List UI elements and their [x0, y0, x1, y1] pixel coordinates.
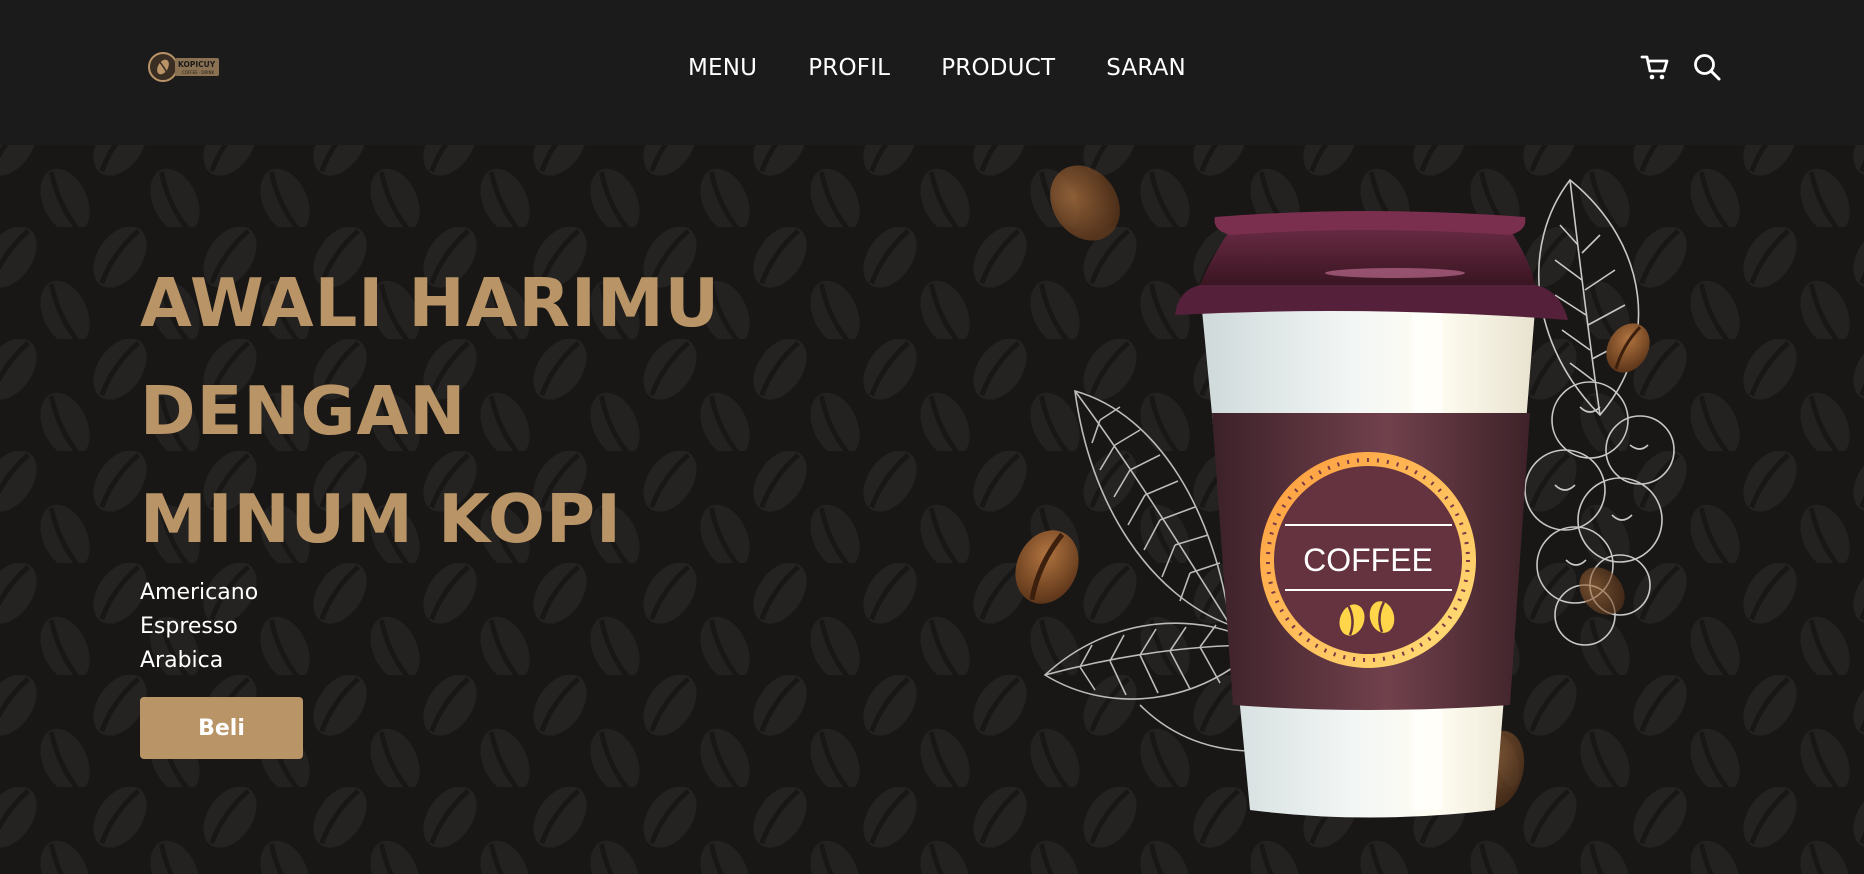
cup-label: COFFEE: [1303, 542, 1433, 578]
brand-tagline: COFFEE · DRINK: [182, 70, 214, 75]
hero-headline: AWALI HARIMU DENGAN MINUM KOPI: [140, 249, 760, 573]
cart-icon[interactable]: [1640, 52, 1670, 82]
brand-logo[interactable]: KOPICUY COFFEE · DRINK: [147, 50, 222, 84]
nav-item-profil[interactable]: PROFIL: [808, 55, 890, 81]
navbar: KOPICUY COFFEE · DRINK MENU PROFIL PRODU…: [0, 0, 1864, 145]
brand-name: KOPICUY: [178, 60, 216, 69]
variant-item: Espresso: [140, 614, 238, 639]
headline-line-3: MINUM KOPI: [140, 480, 622, 558]
nav-item-product[interactable]: PRODUCT: [941, 55, 1055, 81]
nav-icons: [1640, 52, 1722, 82]
coffee-bean: [1606, 323, 1650, 373]
coffee-cup-illustration: COFFEE: [1015, 165, 1675, 818]
headline-line-2: DENGAN: [140, 372, 467, 450]
headline-line-1: AWALI HARIMU: [140, 264, 721, 342]
coffee-badge: COFFEE: [1260, 452, 1476, 668]
main-nav: MENU PROFIL PRODUCT SARAN: [688, 52, 1186, 84]
variant-item: Arabica: [140, 648, 224, 673]
search-icon[interactable]: [1692, 52, 1722, 82]
hero-section: AWALI HARIMU DENGAN MINUM KOPI Americano…: [0, 145, 1864, 874]
coffee-bean: [1050, 165, 1120, 241]
nav-item-menu[interactable]: MENU: [688, 55, 757, 81]
coffee-variant-list: Americano Espresso Arabica: [140, 576, 258, 678]
variant-item: Americano: [140, 580, 259, 605]
buy-button[interactable]: Beli: [140, 697, 303, 759]
coffee-bean: [1015, 530, 1079, 604]
nav-item-saran[interactable]: SARAN: [1106, 55, 1186, 81]
